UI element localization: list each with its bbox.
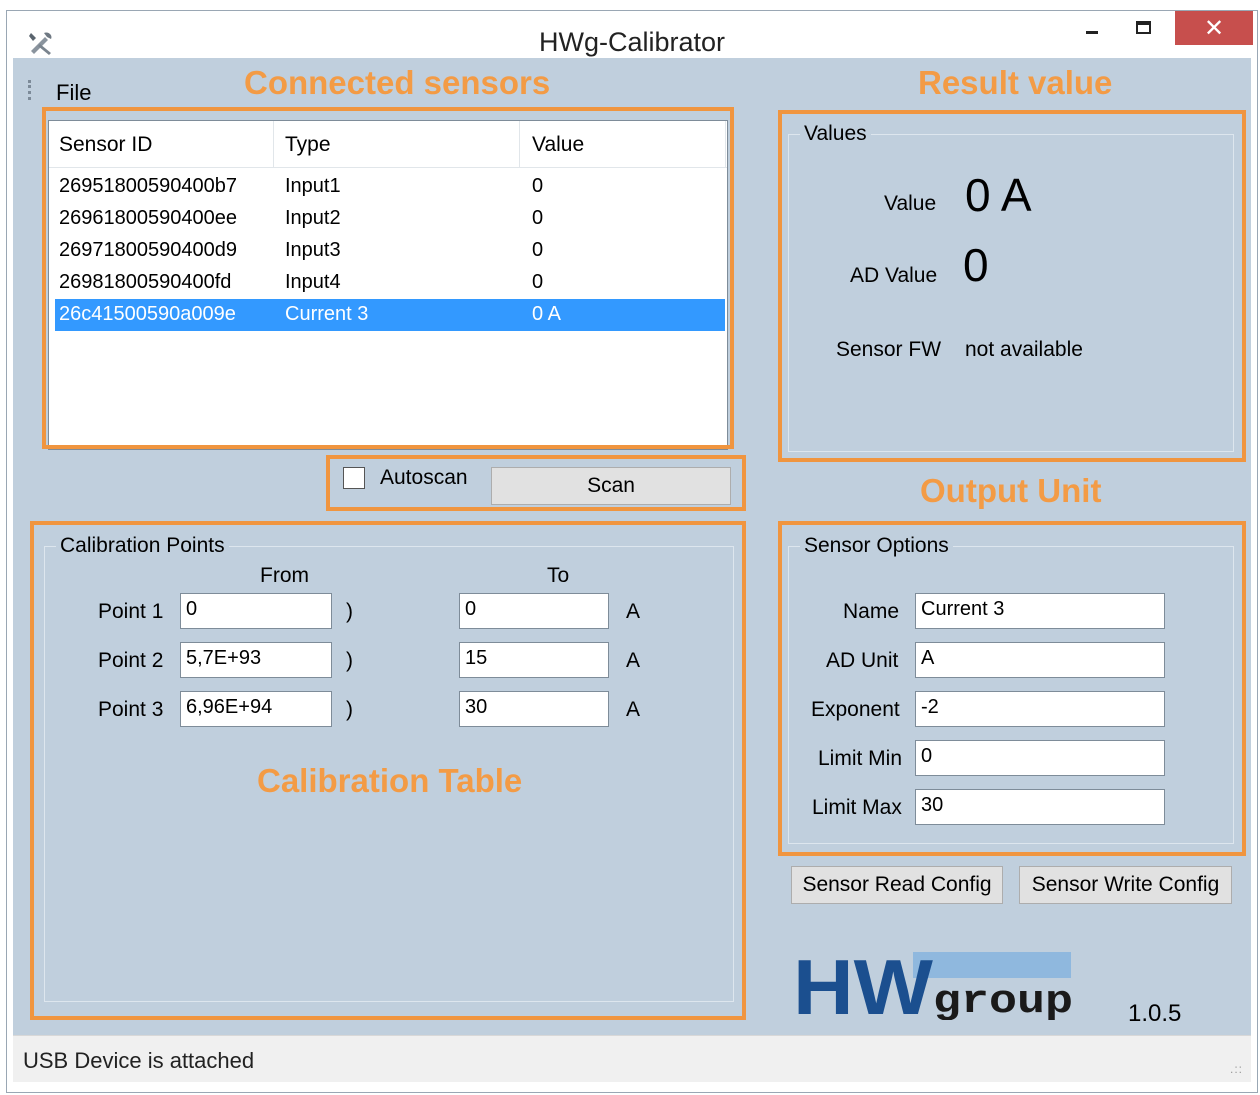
maximize-button[interactable] [1121, 11, 1167, 45]
resize-grip-icon[interactable]: .:: [1230, 1062, 1243, 1076]
minimize-icon [1086, 31, 1098, 34]
close-button[interactable]: ✕ [1175, 11, 1253, 45]
version-label: 1.0.5 [1128, 1000, 1182, 1027]
annotation-box-scan [326, 455, 746, 511]
annotation-box-sensors [42, 107, 734, 449]
menu-file[interactable]: File [56, 80, 91, 106]
sensor-write-config-button[interactable]: Sensor Write Config [1019, 866, 1232, 904]
maximize-icon [1136, 21, 1151, 34]
hw-group-logo: HW group [793, 950, 1073, 1020]
annotation-box-values [778, 110, 1246, 462]
minimize-button[interactable] [1069, 11, 1115, 45]
annotation-result-value: Result value [918, 64, 1113, 101]
annotation-connected-sensors: Connected sensors [244, 64, 551, 101]
svg-text:group: group [933, 980, 1073, 1020]
svg-text:HW: HW [793, 950, 933, 1020]
annotation-output-unit: Output Unit [920, 472, 1102, 509]
annotation-box-options [778, 521, 1246, 856]
menu-grip [28, 80, 35, 100]
close-icon: ✕ [1203, 14, 1225, 42]
status-bar: USB Device is attached .:: [13, 1035, 1251, 1082]
sensor-read-config-button[interactable]: Sensor Read Config [791, 866, 1003, 904]
status-text: USB Device is attached [23, 1048, 255, 1073]
annotation-box-calibration [30, 521, 746, 1020]
